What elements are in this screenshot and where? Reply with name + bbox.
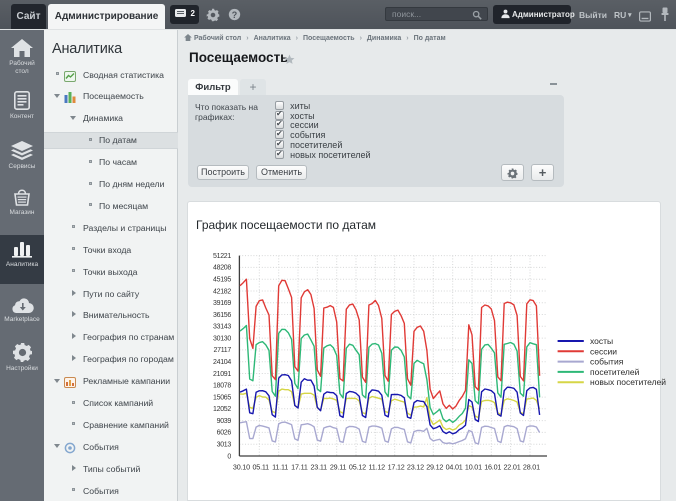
svg-text:посетителей: посетителей: [590, 367, 640, 377]
svg-text:11.12: 11.12: [368, 463, 385, 472]
svg-text:29.12: 29.12: [426, 463, 443, 472]
svg-text:события: события: [590, 357, 624, 367]
svg-text:51221: 51221: [213, 253, 231, 260]
svg-text:29.11: 29.11: [330, 463, 347, 472]
svg-text:18078: 18078: [213, 383, 231, 390]
svg-text:05.11: 05.11: [252, 463, 269, 472]
svg-text:04.01: 04.01: [446, 463, 463, 472]
svg-text:30130: 30130: [213, 335, 231, 342]
svg-text:новых посетителей: новых посетителей: [590, 377, 666, 387]
svg-text:10.01: 10.01: [465, 463, 482, 472]
svg-text:23.12: 23.12: [407, 463, 424, 472]
svg-text:23.11: 23.11: [310, 463, 327, 472]
svg-text:27117: 27117: [214, 347, 232, 354]
svg-text:05.12: 05.12: [349, 463, 366, 472]
svg-text:6026: 6026: [217, 430, 232, 437]
svg-text:45195: 45195: [213, 277, 231, 284]
svg-text:9039: 9039: [217, 418, 232, 425]
svg-text:36156: 36156: [213, 312, 231, 319]
svg-text:11.11: 11.11: [272, 463, 288, 472]
svg-text:22.01: 22.01: [504, 463, 521, 472]
svg-text:16.01: 16.01: [484, 463, 501, 472]
svg-text:?: ?: [232, 10, 237, 20]
svg-text:33143: 33143: [213, 324, 231, 331]
svg-text:15065: 15065: [213, 394, 231, 401]
svg-text:сессии: сессии: [590, 346, 617, 356]
svg-text:48208: 48208: [213, 265, 231, 272]
svg-text:3013: 3013: [217, 442, 232, 449]
svg-text:0: 0: [227, 453, 231, 460]
svg-text:хосты: хосты: [590, 336, 613, 346]
svg-text:39169: 39169: [213, 300, 231, 307]
svg-text:30.10: 30.10: [233, 463, 250, 472]
svg-text:17.12: 17.12: [388, 463, 405, 472]
svg-text:21091: 21091: [213, 371, 231, 378]
svg-text:17.11: 17.11: [291, 463, 308, 472]
svg-text:28.01: 28.01: [523, 463, 540, 472]
svg-text:42182: 42182: [213, 288, 231, 295]
svg-text:24104: 24104: [213, 359, 231, 366]
svg-text:12052: 12052: [213, 406, 231, 413]
